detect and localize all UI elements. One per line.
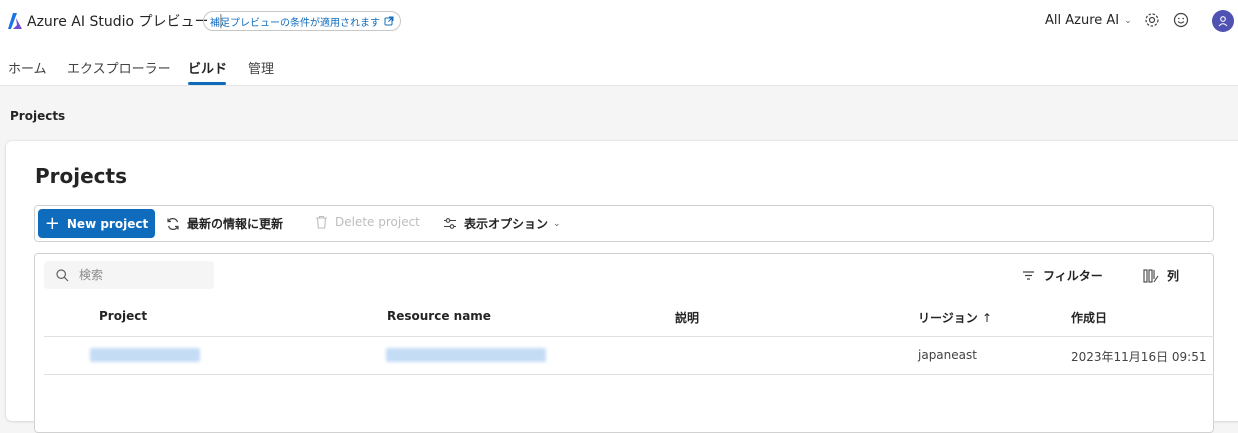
new-project-button[interactable]: + New project [38,209,155,238]
toolbar: + New project 最新の情報に更新 Delete project 表示… [34,205,1214,242]
header-divider [44,336,1214,337]
scope-selector[interactable]: All Azure AI ⌄ [1045,13,1132,28]
refresh-label: 最新の情報に更新 [187,217,284,231]
view-options-button[interactable]: 表示オプション ⌄ [443,215,561,232]
search-box[interactable] [44,261,214,289]
tab-build[interactable]: ビルド [188,58,227,77]
column-header-resource-name[interactable]: Resource name [387,309,491,323]
breadcrumb: Projects [10,109,66,123]
projects-table-panel: フィルター 列 Project Resource name 説明 リージョン ↑… [34,253,1214,433]
tab-explore[interactable]: エクスプローラー [67,58,171,77]
external-link-icon [384,16,394,26]
sort-ascending-icon: ↑ [981,311,993,325]
preview-terms-label: 補足プレビューの条件が適用されます [210,17,380,29]
filter-icon [1023,271,1034,280]
active-tab-indicator [188,82,226,85]
tab-manage[interactable]: 管理 [248,58,274,77]
column-header-description[interactable]: 説明 [675,309,699,326]
created-cell: 2023年11月16日 09:51 [1071,350,1207,364]
chevron-down-icon: ⌄ [1124,15,1132,26]
column-header-region-label: リージョン [918,311,978,325]
view-options-label: 表示オプション [464,217,549,231]
gear-icon[interactable] [1143,11,1161,29]
region-cell: japaneast [918,348,977,362]
delete-project-button[interactable]: Delete project [315,215,420,229]
top-bar: Azure AI Studio プレビュー | 補足プレビューの条件が適用されま… [0,0,1238,42]
avatar[interactable] [1212,10,1234,32]
azure-ai-logo [8,13,22,29]
tab-home[interactable]: ホーム [8,58,47,77]
columns-label: 列 [1167,269,1180,283]
row-divider [44,374,1214,375]
columns-icon [1143,268,1159,283]
person-icon [1218,16,1228,27]
columns-button[interactable]: 列 [1143,267,1179,284]
preview-terms-link[interactable]: 補足プレビューの条件が適用されます [203,11,401,31]
new-project-label: New project [66,216,149,231]
filter-label: フィルター [1043,269,1103,283]
page-title: Projects [35,164,128,188]
column-header-created[interactable]: 作成日 [1071,309,1107,326]
search-icon [56,268,69,281]
column-header-region[interactable]: リージョン ↑ [918,309,992,326]
scope-label: All Azure AI [1045,13,1120,28]
options-icon [444,218,456,229]
projects-card: Projects + New project 最新の情報に更新 Delete p… [6,141,1238,433]
refresh-icon [167,217,179,230]
search-input[interactable] [79,268,199,282]
brand[interactable]: Azure AI Studio プレビュー | [8,11,231,31]
resource-name-redacted [386,348,546,362]
column-header-project[interactable]: Project [99,309,147,323]
app-title: Azure AI Studio プレビュー [27,14,209,30]
project-name-redacted[interactable] [90,348,200,362]
filter-button[interactable]: フィルター [1022,267,1103,284]
trash-icon [316,215,327,229]
chevron-down-icon: ⌄ [553,218,561,229]
smiley-icon[interactable] [1172,11,1190,29]
plus-icon: + [44,212,60,234]
main-nav: ホーム エクスプローラー ビルド 管理 [0,42,1238,86]
delete-project-label: Delete project [335,215,420,229]
refresh-button[interactable]: 最新の情報に更新 [166,215,283,232]
